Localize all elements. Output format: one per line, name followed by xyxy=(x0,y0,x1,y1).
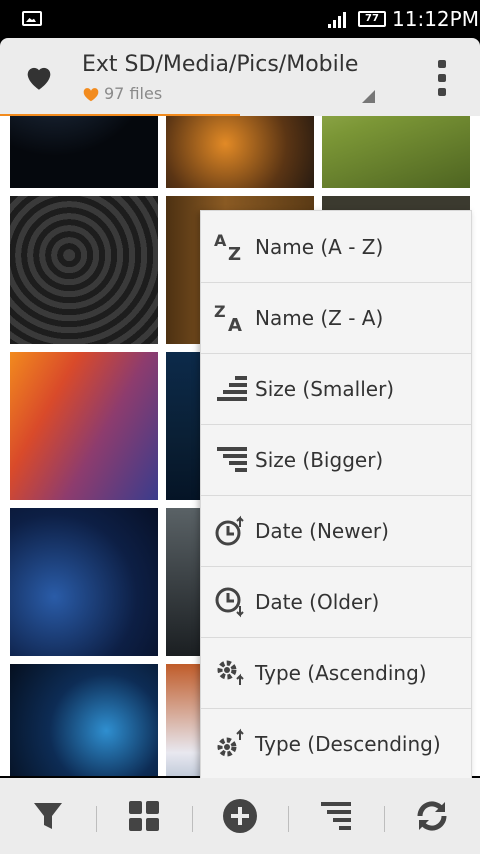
thumbnail[interactable] xyxy=(10,352,158,500)
sort-date-newer-item[interactable]: Date (Newer) xyxy=(201,495,471,567)
filter-icon xyxy=(34,803,62,829)
sort-size-desc-label: Size (Bigger) xyxy=(255,447,384,472)
separator xyxy=(384,806,385,832)
sort-size-desc-item[interactable]: Size (Bigger) xyxy=(201,424,471,496)
clock-newer-icon xyxy=(213,513,249,549)
sort-type-asc-label: Type (Ascending) xyxy=(255,660,427,685)
sort-name-desc-label: Name (Z - A) xyxy=(255,305,384,330)
thumbnail[interactable] xyxy=(10,196,158,344)
bottom-toolbar xyxy=(0,778,480,854)
gear-asc-icon xyxy=(213,655,249,691)
overflow-menu-button[interactable] xyxy=(432,60,452,96)
filter-button[interactable] xyxy=(28,796,68,836)
sort-date-newer-label: Date (Newer) xyxy=(255,518,389,543)
sort-icon xyxy=(321,802,351,830)
sort-type-desc-label: Type (Descending) xyxy=(255,731,441,756)
thumbnail[interactable] xyxy=(322,116,470,188)
svg-text:A: A xyxy=(214,232,227,250)
sort-menu: AZ Name (A - Z) ZA Name (Z - A) Size (Sm… xyxy=(200,210,472,780)
separator xyxy=(288,806,289,832)
add-button[interactable] xyxy=(220,796,260,836)
status-bar: 77 11:12PM xyxy=(0,0,480,38)
sort-size-desc-icon xyxy=(213,442,249,478)
heart-icon[interactable] xyxy=(22,60,56,94)
battery-icon: 77 xyxy=(358,11,386,27)
thumbnail[interactable] xyxy=(10,664,158,776)
thumbnail[interactable] xyxy=(10,116,158,188)
svg-text:Z: Z xyxy=(214,303,226,321)
sort-type-desc-item[interactable]: Type (Descending) xyxy=(201,708,471,779)
clock-older-icon xyxy=(213,584,249,620)
add-icon xyxy=(223,799,257,833)
sort-type-asc-item[interactable]: Type (Ascending) xyxy=(201,637,471,709)
sort-alpha-desc-icon: ZA xyxy=(213,300,249,336)
sort-name-desc-item[interactable]: ZA Name (Z - A) xyxy=(201,282,471,354)
sort-size-asc-item[interactable]: Size (Smaller) xyxy=(201,353,471,425)
grid-view-button[interactable] xyxy=(124,796,164,836)
refresh-button[interactable] xyxy=(412,796,452,836)
sort-name-asc-label: Name (A - Z) xyxy=(255,234,384,259)
gear-desc-icon xyxy=(213,726,249,762)
sort-size-asc-label: Size (Smaller) xyxy=(255,376,395,401)
svg-text:Z: Z xyxy=(228,244,241,262)
sort-size-asc-icon xyxy=(213,371,249,407)
file-count: 97 files xyxy=(82,84,162,103)
gallery-notification-icon xyxy=(22,11,42,26)
app-header: Ext SD/Media/Pics/Mobile 97 files xyxy=(0,38,480,116)
sort-date-older-item[interactable]: Date (Older) xyxy=(201,566,471,638)
grid-view-icon xyxy=(129,801,159,831)
sort-alpha-asc-icon: AZ xyxy=(213,229,249,265)
sort-button[interactable] xyxy=(316,796,356,836)
signal-icon xyxy=(328,12,350,28)
folder-path: Ext SD/Media/Pics/Mobile xyxy=(82,52,359,77)
refresh-icon xyxy=(417,801,447,831)
svg-text:A: A xyxy=(228,315,242,333)
separator xyxy=(192,806,193,832)
heart-small-icon xyxy=(83,87,99,101)
thumbnail[interactable] xyxy=(166,116,314,188)
clock: 11:12PM xyxy=(392,7,479,31)
file-count-label: 97 files xyxy=(104,84,163,103)
path-dropdown-indicator[interactable] xyxy=(362,90,375,103)
thumbnail[interactable] xyxy=(10,508,158,656)
separator xyxy=(96,806,97,832)
sort-name-asc-item[interactable]: AZ Name (A - Z) xyxy=(201,211,471,283)
sort-date-older-label: Date (Older) xyxy=(255,589,380,614)
